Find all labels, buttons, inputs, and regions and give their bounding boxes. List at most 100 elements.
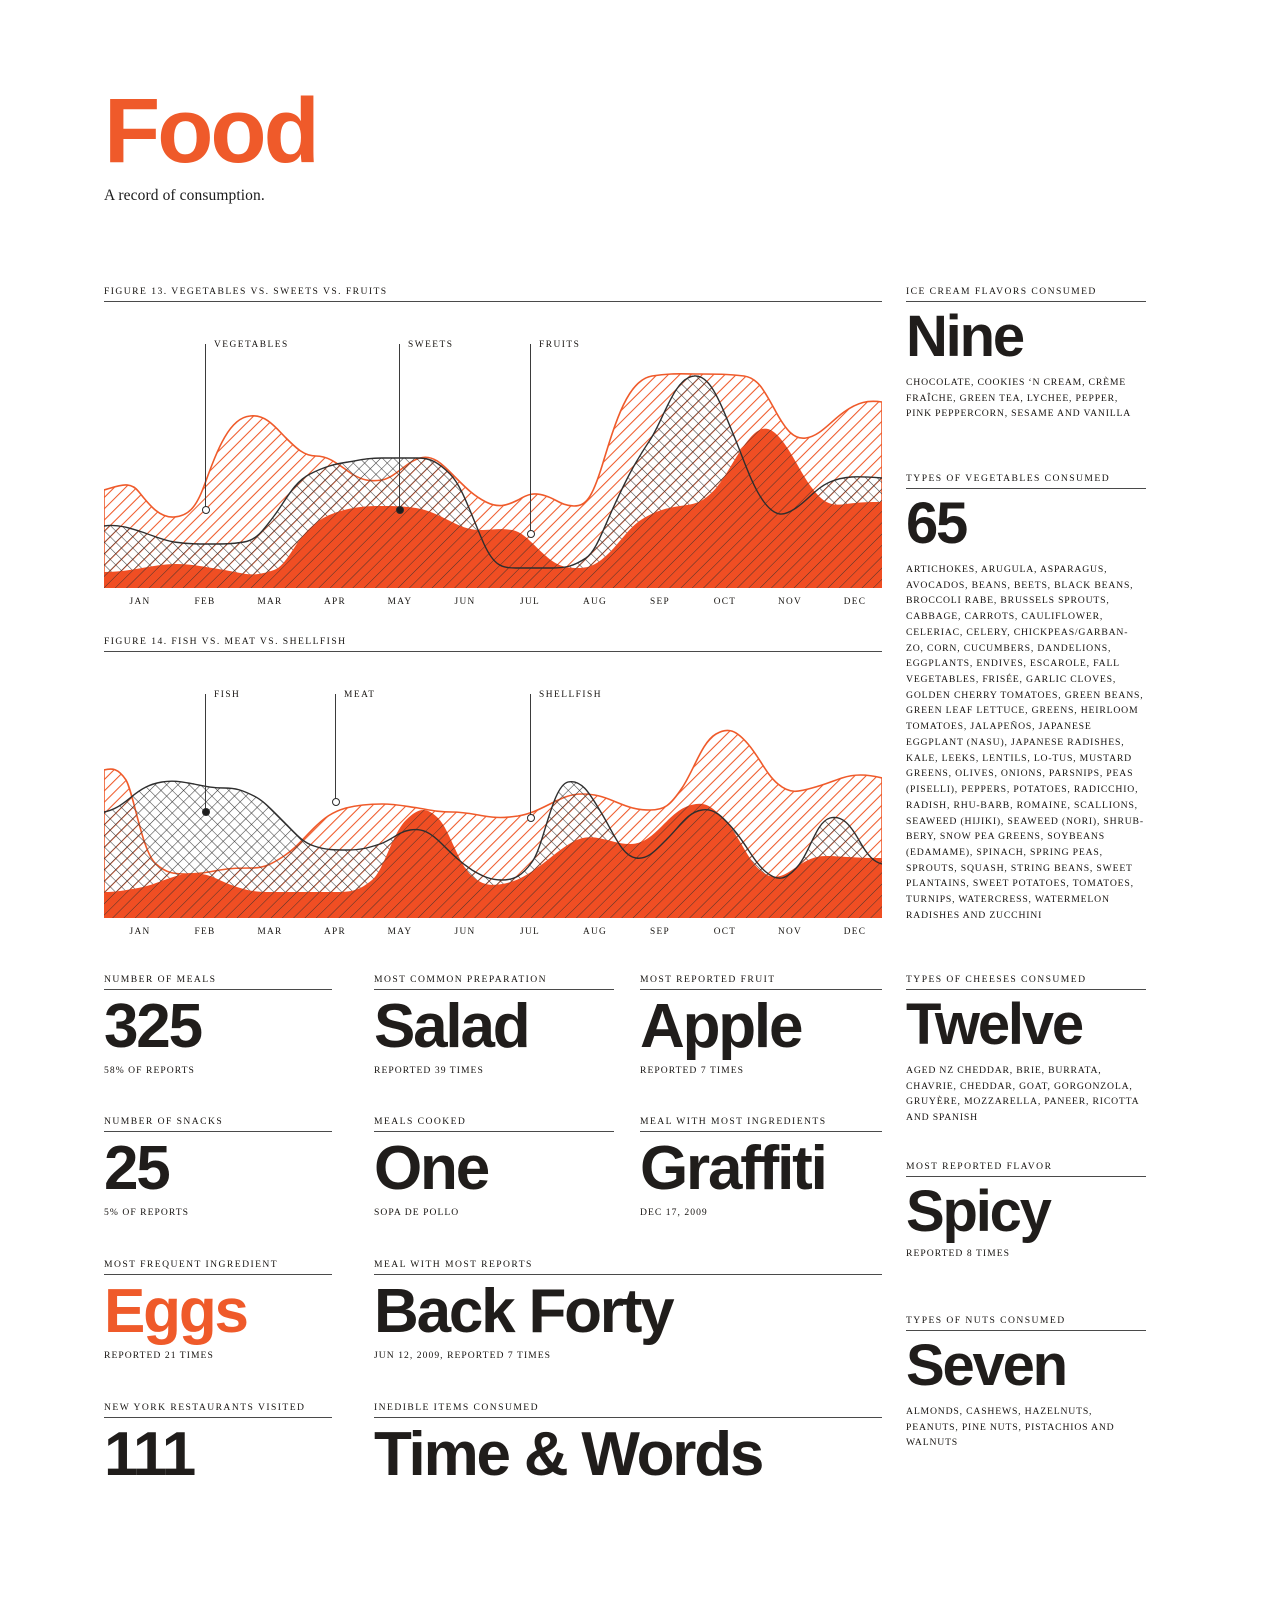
axis-tick-may: MAY: [387, 927, 413, 937]
stat-value: One: [374, 1134, 490, 1203]
sidebar-list: AGED NZ CHEDDAR, BRIE, BURRATA, CHAVRIE,…: [906, 1065, 1139, 1124]
stat-sub: 58% OF REPORTS: [104, 1065, 195, 1076]
callout-stem: [530, 344, 532, 534]
stat-number-of-meals: NUMBER OF MEALS 325 58% OF REPORTS: [104, 974, 332, 1076]
figure-14-axis: JAN FEB MAR APR MAY JUN JUL AUG SEP OCT …: [104, 924, 882, 946]
callout-dot-filled: [395, 506, 404, 514]
stat-inedible-items-consumed: INEDIBLE ITEMS CONSUMED Time & Words: [374, 1402, 882, 1486]
stat-rule: [374, 1131, 614, 1132]
stat-value: Eggs: [104, 1277, 249, 1346]
callout-stem: [530, 694, 532, 818]
stat-value: Apple: [640, 992, 803, 1061]
stat-rule: [374, 1417, 882, 1418]
masthead: Food A record of consumption.: [104, 80, 320, 205]
callout-dot-hollow: [331, 798, 340, 806]
stat-label: INEDIBLE ITEMS CONSUMED: [374, 1402, 539, 1413]
sidebar-types-of-cheeses: TYPES OF CHEESES CONSUMED Twelve AGED NZ…: [906, 974, 1146, 1126]
axis-tick-aug: AUG: [582, 927, 608, 937]
axis-tick-dec: DEC: [843, 927, 867, 937]
axis-tick-mar: MAR: [257, 597, 283, 607]
axis-tick-jul: JUL: [520, 927, 540, 937]
stat-rule: [640, 989, 882, 990]
stat-meals-cooked: MEALS COOKED One SOPA DE POLLO: [374, 1116, 614, 1218]
stat-most-reported-fruit: MOST REPORTED FRUIT Apple REPORTED 7 TIM…: [640, 974, 882, 1076]
stat-label: NEW YORK RESTAURANTS VISITED: [104, 1402, 306, 1413]
callout-label: SWEETS: [408, 340, 454, 350]
sidebar-list: ARTICHOKES, ARUGULA, ASPARAGUS, AVOCADOS…: [906, 564, 1144, 921]
figure-14-svg: [104, 729, 882, 918]
stat-rule: [104, 1274, 332, 1275]
axis-tick-jun: JUN: [454, 597, 476, 607]
axis-tick-nov: NOV: [777, 597, 803, 607]
axis-tick-sep: SEP: [650, 597, 670, 607]
page-title: Food: [104, 80, 320, 182]
figure-13-svg: [104, 373, 882, 588]
stat-rule: [104, 1131, 332, 1132]
stat-number-of-snacks: NUMBER OF SNACKS 25 5% OF REPORTS: [104, 1116, 332, 1218]
callout-dot-filled: [201, 808, 210, 816]
stat-rule: [104, 989, 332, 990]
sidebar-sub: REPORTED 8 TIMES: [906, 1248, 1010, 1259]
stat-most-frequent-ingredient: MOST FREQUENT INGREDIENT Eggs REPORTED 2…: [104, 1259, 332, 1361]
sidebar-list: CHOCOLATE, COOKIES ‘N CREAM, CRÈME FRAÎC…: [906, 377, 1132, 420]
axis-tick-jul: JUL: [520, 597, 540, 607]
sidebar-rule: [906, 301, 1146, 302]
sidebar-list: ALMONDS, CASHEWS, HAZELNUTS, PEANUTS, PI…: [906, 1406, 1115, 1449]
stat-label: NUMBER OF MEALS: [104, 974, 217, 985]
sidebar-value: Seven: [906, 1333, 1068, 1398]
sidebar-value: 65: [906, 491, 968, 556]
stat-value: Graffiti: [640, 1134, 828, 1203]
sidebar-label: MOST REPORTED FLAVOR: [906, 1161, 1053, 1172]
sidebar-label: TYPES OF CHEESES CONSUMED: [906, 974, 1087, 985]
sidebar-label: ICE CREAM FLAVORS CONSUMED: [906, 286, 1097, 297]
figure-13-chart: VEGETABLES SWEETS FRUITS: [104, 316, 882, 588]
stat-label: MOST COMMON PREPARATION: [374, 974, 548, 985]
callout-label: VEGETABLES: [214, 340, 289, 350]
stat-sub: REPORTED 21 TIMES: [104, 1350, 214, 1361]
callout-dot-hollow: [201, 506, 210, 514]
figure-14: FIGURE 14. FISH VS. MEAT VS. SHELLFISH F…: [104, 636, 882, 946]
sidebar-label: TYPES OF NUTS CONSUMED: [906, 1315, 1066, 1326]
stat-sub: REPORTED 7 TIMES: [640, 1065, 744, 1076]
axis-tick-jan: JAN: [129, 927, 151, 937]
sidebar-label: TYPES OF VEGETABLES CONSUMED: [906, 473, 1111, 484]
stat-label: MOST FREQUENT INGREDIENT: [104, 1259, 279, 1270]
axis-tick-nov: NOV: [777, 927, 803, 937]
figure-13-rule: [104, 301, 882, 302]
axis-tick-apr: APR: [324, 597, 346, 607]
stat-label: MOST REPORTED FRUIT: [640, 974, 776, 985]
sidebar-types-of-nuts: TYPES OF NUTS CONSUMED Seven ALMONDS, CA…: [906, 1315, 1146, 1451]
sidebar-value: Spicy: [906, 1179, 1052, 1244]
stat-most-common-preparation: MOST COMMON PREPARATION Salad REPORTED 3…: [374, 974, 614, 1076]
stat-rule: [104, 1417, 332, 1418]
axis-tick-feb: FEB: [194, 597, 216, 607]
stat-sub: REPORTED 39 TIMES: [374, 1065, 484, 1076]
stat-rule: [640, 1131, 882, 1132]
sidebar-rule: [906, 488, 1146, 489]
stat-label: MEAL WITH MOST INGREDIENTS: [640, 1116, 827, 1127]
axis-tick-jan: JAN: [129, 597, 151, 607]
callout-stem: [205, 694, 207, 812]
axis-tick-feb: FEB: [194, 927, 216, 937]
sidebar-ice-cream-flavors: ICE CREAM FLAVORS CONSUMED Nine CHOCOLAT…: [906, 286, 1146, 422]
stat-rule: [374, 989, 614, 990]
figure-14-rule: [104, 651, 882, 652]
figure-13: FIGURE 13. VEGETABLES VS. SWEETS VS. FRU…: [104, 286, 882, 616]
stat-value: Back Forty: [374, 1277, 675, 1346]
stat-label: MEAL WITH MOST REPORTS: [374, 1259, 533, 1270]
axis-tick-dec: DEC: [843, 597, 867, 607]
stat-value: 325: [104, 992, 203, 1061]
stat-meal-with-most-reports: MEAL WITH MOST REPORTS Back Forty JUN 12…: [374, 1259, 882, 1361]
sidebar-rule: [906, 989, 1146, 990]
stat-value: Salad: [374, 992, 531, 1061]
stat-value: Time & Words: [374, 1420, 764, 1489]
sidebar-rule: [906, 1330, 1146, 1331]
stat-value: 111: [104, 1420, 196, 1489]
callout-label: FISH: [214, 690, 241, 700]
callout-dot-hollow: [526, 530, 535, 538]
figure-13-title: FIGURE 13. VEGETABLES VS. SWEETS VS. FRU…: [104, 286, 388, 297]
callout-stem: [399, 344, 401, 510]
axis-tick-apr: APR: [324, 927, 346, 937]
sidebar-rule: [906, 1176, 1146, 1177]
callout-label: SHELLFISH: [539, 690, 602, 700]
